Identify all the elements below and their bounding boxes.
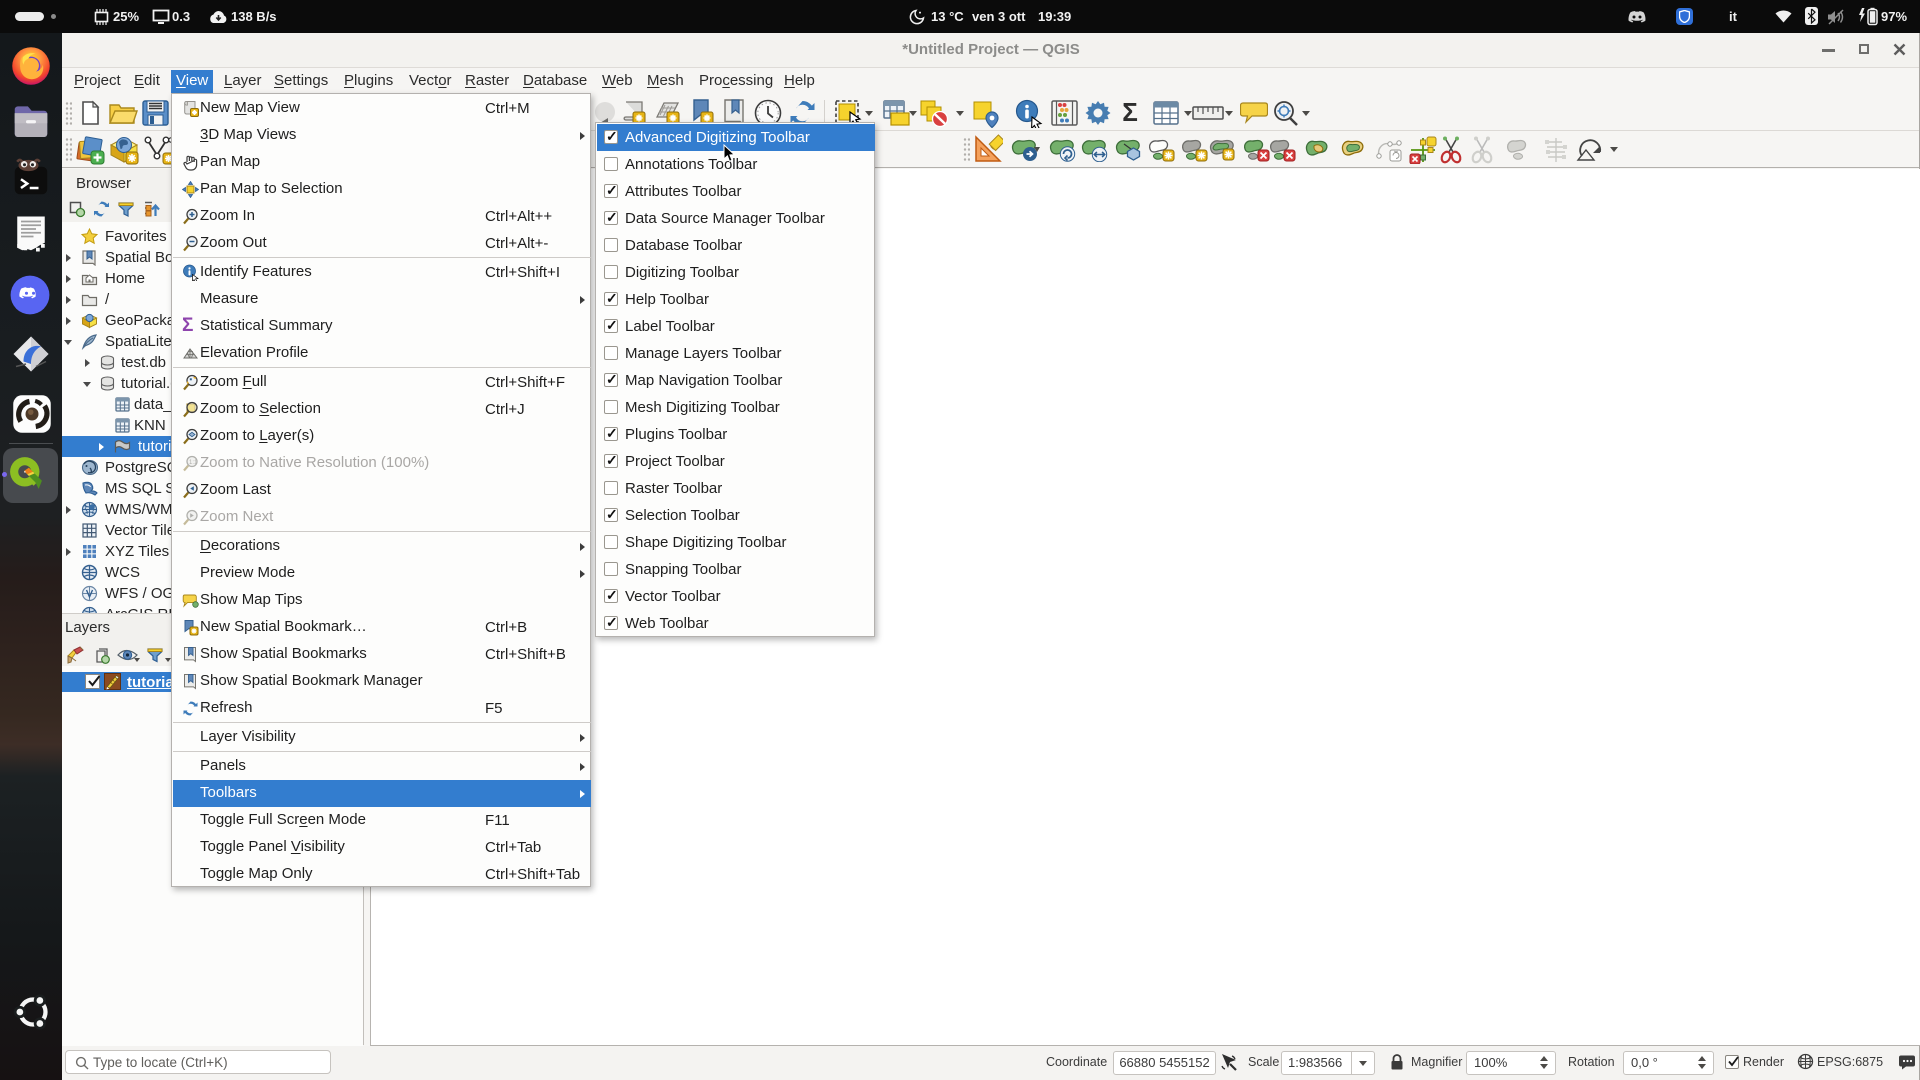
svg-text:1:1: 1:1 <box>189 460 198 466</box>
